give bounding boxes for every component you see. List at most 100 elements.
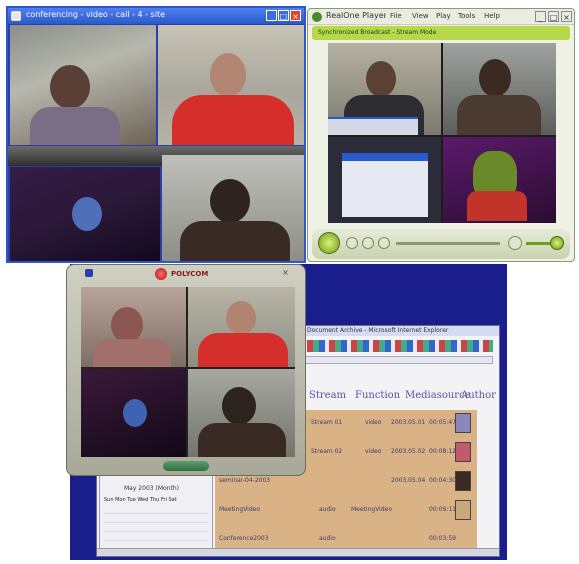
weekday-label: Sat xyxy=(168,497,177,503)
row-name: Stream 02 xyxy=(311,448,343,455)
participant-body xyxy=(457,95,541,135)
maximize-button[interactable]: □ xyxy=(278,10,289,21)
row-duration: 00:05:47 xyxy=(429,419,456,426)
heading-stream[interactable]: Stream xyxy=(309,390,346,401)
row-name: MeetingVideo xyxy=(219,506,261,513)
play-button[interactable] xyxy=(318,232,340,254)
row-type: audio xyxy=(319,535,336,542)
animated-character xyxy=(72,197,102,231)
video-pane xyxy=(328,43,556,223)
status-bar xyxy=(97,548,499,556)
participant-silhouette xyxy=(50,65,90,109)
row-duration: 00:09:11 xyxy=(429,506,456,513)
app-overlay-strip xyxy=(328,117,418,135)
video-tile-puppet[interactable] xyxy=(443,137,556,223)
address-bar[interactable]: Synchronized Broadcast - Stream Mode xyxy=(312,26,570,40)
weekday-label: Fri xyxy=(160,497,167,503)
participant-body xyxy=(172,95,294,145)
realone-player-window: RealOne Player File View Play Tools Help… xyxy=(307,8,575,262)
stop-button[interactable] xyxy=(346,237,358,249)
volume-end-button[interactable] xyxy=(550,236,564,250)
calendar-month: May 2003 (Month) xyxy=(124,485,179,492)
row-thumbnail[interactable] xyxy=(455,413,471,433)
participant-silhouette xyxy=(222,387,256,425)
calendar-grid[interactable] xyxy=(104,509,208,549)
app-icon xyxy=(312,12,322,22)
maximize-button[interactable]: □ xyxy=(548,11,559,22)
video-tile-animation[interactable] xyxy=(10,167,160,261)
minimize-button[interactable]: _ xyxy=(535,11,546,22)
video-tile-glasses-man[interactable] xyxy=(328,43,441,135)
video-tile-red-shirt-man[interactable] xyxy=(188,287,295,367)
weekday-label: Tue xyxy=(127,497,136,503)
table-row[interactable]: MeetingVideo audio MeetingVideo 00:09:11 xyxy=(215,497,477,525)
participant-body xyxy=(180,221,290,261)
row-name: Conference2003 xyxy=(219,535,269,542)
app-icon xyxy=(11,11,21,21)
participant-silhouette xyxy=(366,61,396,97)
seek-slider[interactable] xyxy=(396,242,500,245)
puppet-costume xyxy=(467,191,527,221)
row-duration: 00:03:59 xyxy=(429,535,456,542)
menu-file[interactable]: File xyxy=(390,12,402,20)
participant-body xyxy=(30,107,120,145)
close-button[interactable]: × xyxy=(280,267,291,278)
dialog-window xyxy=(342,153,428,217)
row-thumbnail[interactable] xyxy=(455,442,471,462)
heading-function[interactable]: Function xyxy=(355,390,400,401)
row-thumbnail[interactable] xyxy=(455,471,471,491)
volume-knob[interactable] xyxy=(508,236,522,250)
row-type: video xyxy=(365,419,382,426)
browser-toolbar[interactable] xyxy=(307,340,493,352)
row-date: MeetingVideo xyxy=(351,506,393,513)
row-date: 2003.05.04 xyxy=(391,477,426,484)
polycom-window: POLYCOM × xyxy=(66,264,306,476)
menu-view[interactable]: View xyxy=(412,12,429,20)
weekday-label: Mon xyxy=(115,497,126,503)
participant-body xyxy=(198,423,286,457)
video-tile-animation[interactable] xyxy=(81,369,186,457)
browser-address-bar[interactable] xyxy=(297,356,493,364)
row-name: Stream 01 xyxy=(311,419,343,426)
participant-silhouette xyxy=(226,301,256,335)
video-tile-phone-man[interactable] xyxy=(188,369,295,457)
window-menu-icon[interactable] xyxy=(85,269,93,277)
row-thumbnail[interactable] xyxy=(455,500,471,520)
title-bar[interactable]: POLYCOM × xyxy=(67,265,305,283)
menu-help[interactable]: Help xyxy=(484,12,500,20)
title-bar[interactable]: conferencing - video - call - 4 - site _… xyxy=(8,8,304,24)
heading-author[interactable]: Author xyxy=(461,390,496,401)
video-tile-phone-man[interactable] xyxy=(162,153,304,261)
window-title: Document Archive - Microsoft Internet Ex… xyxy=(307,327,449,334)
row-name: seminar-04-2003 xyxy=(219,477,271,484)
rewind-button[interactable] xyxy=(362,237,374,249)
animated-character xyxy=(123,399,147,427)
window-title: conferencing - video - call - 4 - site xyxy=(26,10,166,19)
brand-title: POLYCOM xyxy=(171,270,209,278)
title-bar[interactable]: RealOne Player File View Play Tools Help… xyxy=(308,9,574,25)
row-duration: 00:08:12 xyxy=(429,448,456,455)
participant-body xyxy=(93,339,171,367)
video-conference-window-left: conferencing - video - call - 4 - site _… xyxy=(6,6,306,263)
menu-tools[interactable]: Tools xyxy=(458,12,475,20)
minimize-button[interactable]: _ xyxy=(266,10,277,21)
volume-slider[interactable] xyxy=(526,242,552,245)
video-tile-window-woman[interactable] xyxy=(81,287,186,367)
close-button[interactable]: × xyxy=(290,10,301,21)
participant-silhouette xyxy=(111,307,143,343)
polycom-control-strip[interactable] xyxy=(163,461,209,471)
calendar-widget[interactable]: May 2003 (Month) Sun Mon Tue Wed Thu Fri… xyxy=(99,470,213,556)
row-type: audio xyxy=(319,506,336,513)
video-tile-hand-chin-man[interactable] xyxy=(443,43,556,135)
video-grid xyxy=(81,287,295,457)
participant-body xyxy=(198,333,288,367)
forward-button[interactable] xyxy=(378,237,390,249)
video-tile-headset-woman[interactable] xyxy=(10,25,156,145)
participant-silhouette xyxy=(210,179,250,223)
row-date: 2003.05.02 xyxy=(391,448,426,455)
menu-play[interactable]: Play xyxy=(436,12,451,20)
close-button[interactable]: × xyxy=(561,11,572,22)
video-tile-red-shirt-man[interactable] xyxy=(158,25,304,145)
polycom-logo-icon xyxy=(155,268,167,280)
video-tile-app-dialog[interactable] xyxy=(328,137,441,223)
